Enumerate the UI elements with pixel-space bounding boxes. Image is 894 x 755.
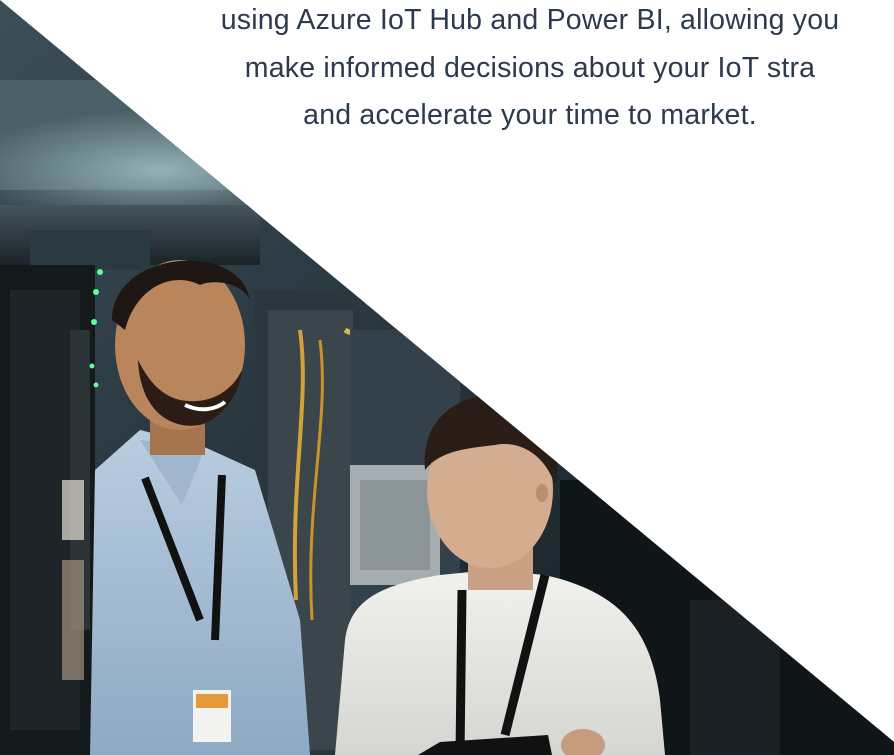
- intro-line-2: make informed decisions about your IoT s…: [244, 52, 816, 84]
- intro-line-1: using Azure IoT Hub and Power BI, allowi…: [220, 4, 840, 36]
- intro-line-3: and accelerate your time to market.: [303, 99, 757, 131]
